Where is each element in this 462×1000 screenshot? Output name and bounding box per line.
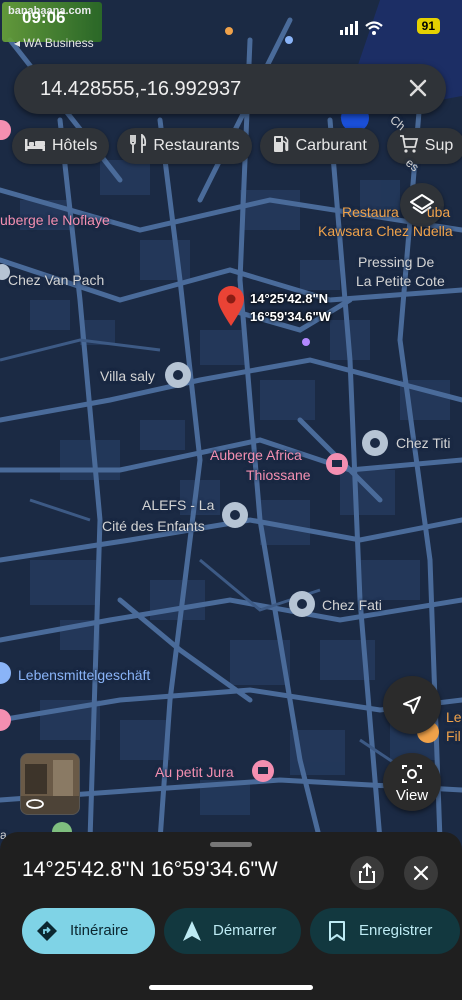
save-button[interactable]: Enregistrer — [310, 908, 460, 954]
share-icon — [359, 862, 375, 883]
sheet-drag-handle[interactable] — [210, 842, 252, 847]
street-view-camera-icon — [402, 765, 422, 783]
directions-icon — [37, 921, 57, 941]
dropped-pin-icon — [218, 286, 244, 326]
poi-pin-icon — [165, 362, 388, 617]
save-label: Enregistrer — [359, 922, 433, 939]
close-sheet-button[interactable] — [404, 856, 438, 890]
hotel-marker-edge — [0, 120, 11, 140]
itinerary-button[interactable]: Itinéraire — [22, 908, 155, 954]
view-button[interactable]: View — [383, 753, 441, 811]
poi-marker-edge — [0, 264, 10, 280]
pin-coordinate-label: 14°25'42.8"N 16°59'34.6"W — [250, 291, 331, 324]
start-label: Démarrer — [213, 922, 277, 939]
small-poi-dot — [302, 338, 310, 346]
sheet-title-coordinates: 14°25'42.8"N 16°59'34.6"W — [22, 858, 278, 881]
navigation-arrow-icon — [403, 696, 421, 714]
small-poi-dot — [225, 27, 233, 35]
navigation-start-icon — [183, 921, 201, 941]
start-button[interactable]: Démarrer — [164, 908, 301, 954]
small-poi-dot — [285, 36, 293, 44]
street-view-thumbnail[interactable] — [20, 753, 80, 815]
street-view-image — [21, 754, 79, 814]
itinerary-label: Itinéraire — [70, 922, 129, 939]
home-indicator[interactable] — [149, 985, 313, 990]
share-button[interactable] — [350, 856, 384, 890]
close-icon — [413, 865, 429, 881]
hotel-marker-icon — [0, 453, 348, 782]
view-button-label: View — [395, 787, 429, 804]
bookmark-icon — [329, 921, 345, 941]
my-location-button[interactable] — [383, 676, 441, 734]
shop-marker-icon — [0, 662, 11, 684]
